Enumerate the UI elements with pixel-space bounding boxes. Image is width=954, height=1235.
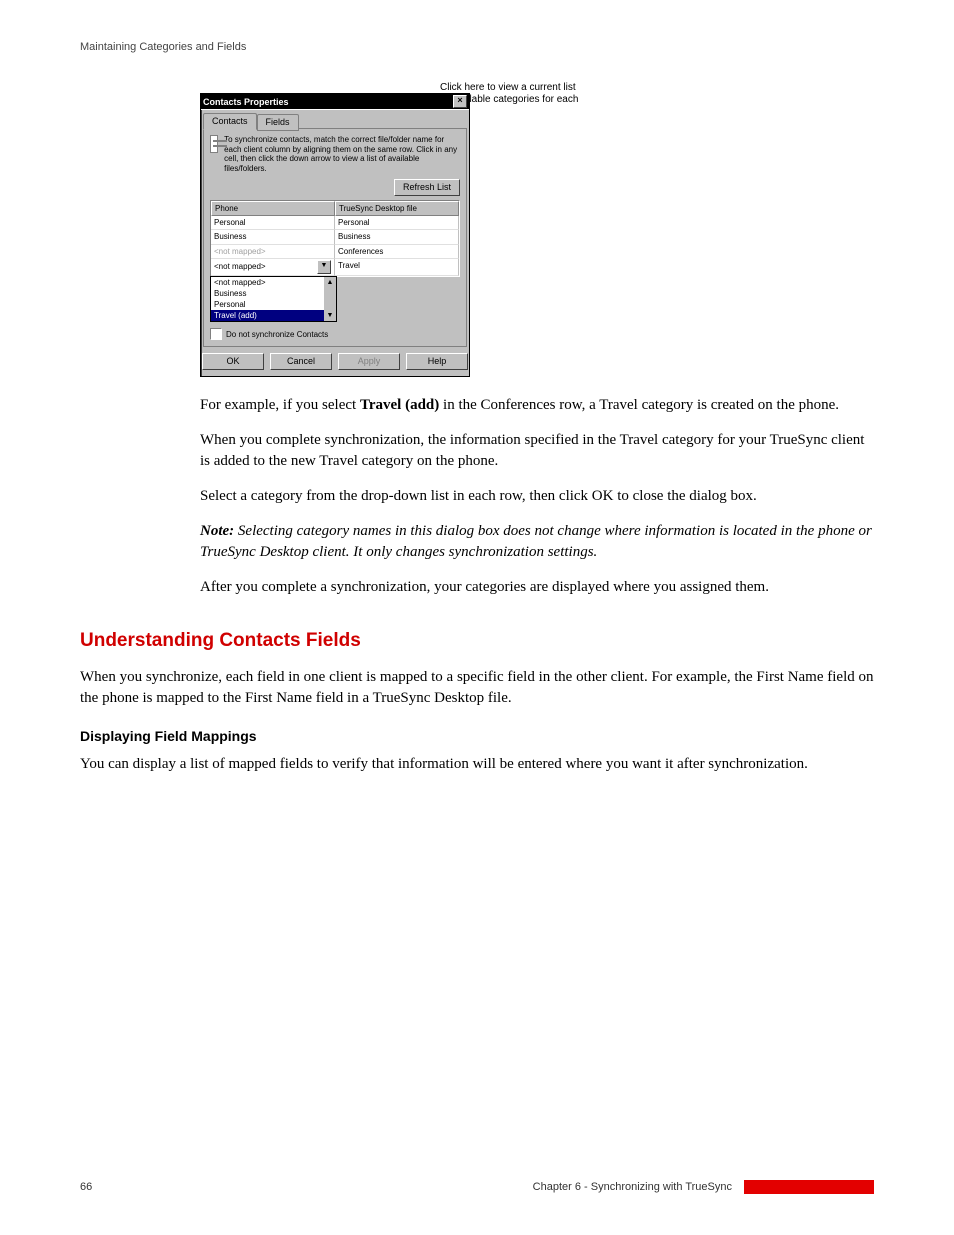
ok-button[interactable]: OK (202, 353, 264, 370)
footer-chapter: Chapter 6 - Synchronizing with TrueSync (533, 1180, 732, 1195)
dialog-title: Contacts Properties (203, 96, 289, 109)
scroll-down-icon[interactable]: ▼ (327, 311, 334, 321)
scroll-up-icon[interactable]: ▲ (327, 278, 334, 288)
heading-2: Displaying Field Mappings (80, 727, 874, 747)
cell-phone-dropdown[interactable]: <not mapped> ▼ (211, 259, 335, 276)
col-phone-header: Phone (211, 201, 335, 216)
body-paragraph: When you complete synchronization, the i… (200, 430, 874, 472)
dialog-info-text: To synchronize contacts, match the corre… (224, 135, 460, 173)
dropdown-option[interactable]: Personal (211, 299, 324, 310)
body-paragraph: When you synchronize, each field in one … (80, 667, 874, 709)
dropdown-option-selected[interactable]: Travel (add) (211, 310, 324, 321)
footer-decoration (744, 1180, 874, 1194)
checkbox-icon[interactable] (210, 328, 222, 340)
col-file-header: TrueSync Desktop file (335, 201, 459, 216)
body-paragraph: After you complete a synchronization, yo… (200, 577, 874, 598)
chevron-down-icon[interactable]: ▼ (317, 260, 331, 274)
cell-file[interactable]: Conferences (335, 245, 459, 259)
dialog-titlebar: Contacts Properties × (201, 94, 469, 109)
body-paragraph: Select a category from the drop-down lis… (200, 486, 874, 507)
cell-file[interactable]: Travel (335, 259, 459, 276)
refresh-list-button[interactable]: Refresh List (394, 179, 460, 196)
contacts-properties-dialog: Contacts Properties × Contacts Fields To… (200, 93, 470, 377)
close-icon[interactable]: × (453, 95, 467, 108)
checkbox-label: Do not synchronize Contacts (226, 329, 328, 340)
do-not-sync-checkbox[interactable]: Do not synchronize Contacts (210, 328, 460, 340)
note-paragraph: Note: Selecting category names in this d… (200, 521, 874, 563)
cancel-button[interactable]: Cancel (270, 353, 332, 370)
body-paragraph: For example, if you select Travel (add) … (200, 395, 874, 416)
sync-icon (210, 135, 218, 153)
scrollbar[interactable]: ▲ ▼ (324, 277, 336, 322)
page-number: 66 (80, 1180, 92, 1195)
dropdown-option[interactable]: <not mapped> (211, 277, 324, 288)
tab-strip: Contacts Fields (203, 112, 467, 129)
tab-contacts[interactable]: Contacts (203, 113, 257, 130)
cell-phone[interactable]: Business (211, 230, 335, 244)
body-paragraph: You can display a list of mapped fields … (80, 754, 874, 775)
cell-phone[interactable]: Personal (211, 216, 335, 230)
cell-file[interactable]: Personal (335, 216, 459, 230)
cell-phone[interactable]: <not mapped> (211, 245, 335, 259)
tab-fields[interactable]: Fields (257, 114, 299, 131)
page-header: Maintaining Categories and Fields (80, 0, 874, 75)
dropdown-value: <not mapped> (214, 261, 266, 272)
heading-1: Understanding Contacts Fields (80, 628, 874, 655)
help-button[interactable]: Help (406, 353, 468, 370)
dropdown-option[interactable]: Business (211, 288, 324, 299)
mapping-grid: Phone TrueSync Desktop file Personal Per… (210, 200, 460, 277)
apply-button[interactable]: Apply (338, 353, 400, 370)
cell-file[interactable]: Business (335, 230, 459, 244)
dropdown-list[interactable]: <not mapped> Business Personal Travel (a… (210, 276, 337, 323)
